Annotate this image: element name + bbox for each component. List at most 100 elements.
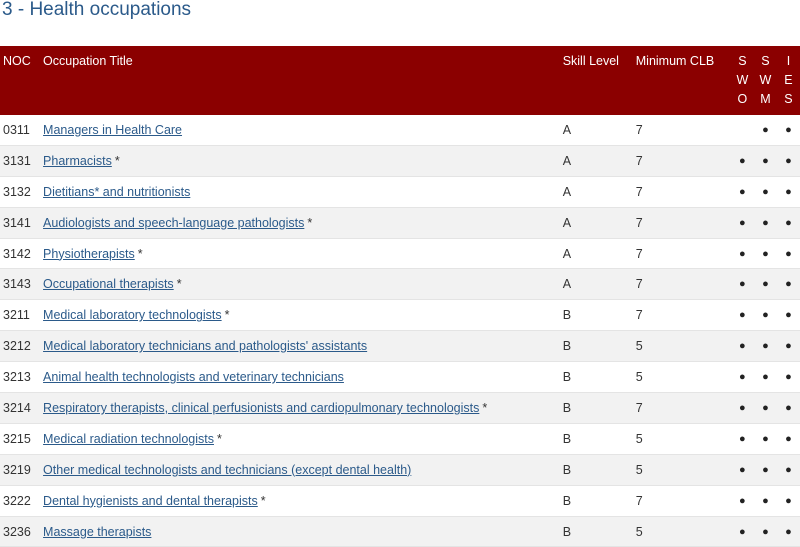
swm-indicator: ●	[753, 207, 777, 239]
ies-indicator: ●	[776, 485, 800, 517]
noc-code: 3215	[0, 423, 41, 455]
noc-code: 3141	[0, 207, 41, 239]
minimum-clb: 7	[632, 268, 731, 301]
swm-indicator: ●	[753, 238, 777, 270]
swo-indicator: ●	[730, 454, 754, 486]
skill-level: A	[559, 176, 633, 208]
swo-indicator: ●	[730, 361, 754, 394]
noc-code: 3132	[0, 176, 41, 208]
header-swm-2: W	[759, 73, 772, 87]
asterisk-note: *	[482, 400, 488, 415]
page-title: 3 - Health occupations	[2, 0, 192, 20]
table-row: 3211 Medical laboratory technologists * B 7 ●…	[0, 299, 800, 332]
skill-level: B	[559, 423, 633, 455]
swm-indicator: ●	[753, 423, 777, 455]
ies-indicator: ●	[776, 330, 800, 363]
swo-indicator: ●	[730, 238, 754, 270]
header-swo: S W O	[730, 46, 754, 115]
swm-indicator: ●	[753, 485, 777, 517]
asterisk-note: *	[307, 215, 313, 230]
occupation-link[interactable]: Massage therapists	[43, 525, 151, 539]
table-row: 0311 Managers in Health Care A 7 ● ●	[0, 115, 800, 146]
skill-level: B	[559, 299, 633, 332]
ies-indicator: ●	[776, 423, 800, 455]
skill-level: A	[559, 238, 633, 270]
table-row: 3143 Occupational therapists * A 7 ● ● ●	[0, 268, 800, 301]
header-ies: I E S	[776, 46, 800, 115]
occupation-link[interactable]: Dental hygienists and dental therapists	[43, 494, 258, 508]
occupation-title-cell: Occupational therapists *	[40, 268, 560, 301]
occupation-link[interactable]: Managers in Health Care	[43, 123, 182, 137]
occupation-title-cell: Dietitians* and nutritionists	[40, 176, 560, 208]
header-swo-2: W	[736, 73, 749, 87]
noc-code: 3211	[0, 299, 41, 332]
swm-indicator: ●	[753, 454, 777, 486]
swo-indicator: ●	[730, 516, 754, 547]
skill-level: B	[559, 454, 633, 486]
swm-indicator: ●	[753, 361, 777, 394]
header-swm: S W M	[753, 46, 777, 115]
minimum-clb: 7	[632, 238, 731, 270]
skill-level: A	[559, 115, 633, 146]
table-row: 3213 Animal health technologists and vete…	[0, 361, 800, 394]
swo-indicator: ●	[730, 423, 754, 455]
table-row: 3212 Medical laboratory technicians and p…	[0, 330, 800, 363]
occupation-title-cell: Respiratory therapists, clinical perfusi…	[40, 392, 560, 424]
noc-code: 3214	[0, 392, 41, 424]
occupation-link[interactable]: Other medical technologists and technici…	[43, 463, 411, 477]
header-swm-3: M	[760, 92, 771, 106]
noc-code: 0311	[0, 115, 41, 146]
header-swo-1: S	[738, 54, 747, 68]
minimum-clb: 7	[632, 485, 731, 517]
noc-code: 3236	[0, 516, 41, 547]
minimum-clb: 5	[632, 454, 731, 486]
ies-indicator: ●	[776, 145, 800, 177]
occupation-title-cell: Massage therapists	[40, 516, 560, 547]
ies-indicator: ●	[776, 361, 800, 394]
occupation-link[interactable]: Pharmacists	[43, 154, 112, 168]
occupation-link[interactable]: Physiotherapists	[43, 247, 135, 261]
occupation-title-cell: Animal health technologists and veterina…	[40, 361, 560, 394]
table-row: 3214 Respiratory therapists, clinical per…	[0, 392, 800, 424]
asterisk-note: *	[114, 153, 120, 168]
table-row: 3132 Dietitians* and nutritionists A 7 ● ● ●	[0, 176, 800, 208]
swm-indicator: ●	[753, 145, 777, 177]
occupation-link[interactable]: Medical radiation technologists	[43, 432, 214, 446]
minimum-clb: 5	[632, 361, 731, 394]
occupation-link[interactable]: Medical laboratory technologists	[43, 308, 222, 322]
occupation-link[interactable]: Audiologists and speech-language patholo…	[43, 216, 304, 230]
table-row: 3142 Physiotherapists * A 7 ● ● ●	[0, 238, 800, 270]
table-header-row: NOC Occupation Title Skill Level Minimum…	[0, 46, 800, 115]
swo-indicator	[730, 115, 754, 146]
ies-indicator: ●	[776, 454, 800, 486]
header-minimum-clb: Minimum CLB	[632, 46, 731, 115]
ies-indicator: ●	[776, 238, 800, 270]
occupation-link[interactable]: Occupational therapists	[43, 277, 174, 291]
occupation-title-cell: Pharmacists *	[40, 145, 560, 177]
minimum-clb: 5	[632, 423, 731, 455]
header-noc: NOC	[0, 46, 41, 115]
swo-indicator: ●	[730, 392, 754, 424]
asterisk-note: *	[260, 493, 266, 508]
occupation-title-cell: Dental hygienists and dental therapists *	[40, 485, 560, 517]
table-row: 3219 Other medical technologists and tech…	[0, 454, 800, 486]
ies-indicator: ●	[776, 115, 800, 146]
asterisk-note: *	[176, 277, 182, 292]
asterisk-note: *	[137, 246, 143, 261]
occupation-title-cell: Managers in Health Care	[40, 115, 560, 146]
header-occupation-title: Occupation Title	[40, 46, 560, 115]
header-ies-2: E	[784, 73, 793, 87]
swm-indicator: ●	[753, 330, 777, 363]
swo-indicator: ●	[730, 330, 754, 363]
occupation-link[interactable]: Dietitians* and nutritionists	[43, 185, 190, 199]
minimum-clb: 7	[632, 207, 731, 239]
occupation-link[interactable]: Medical laboratory technicians and patho…	[43, 339, 367, 353]
swo-indicator: ●	[730, 485, 754, 517]
swo-indicator: ●	[730, 176, 754, 208]
minimum-clb: 5	[632, 516, 731, 547]
asterisk-note: *	[216, 431, 222, 446]
occupation-title-cell: Audiologists and speech-language patholo…	[40, 207, 560, 239]
occupation-link[interactable]: Respiratory therapists, clinical perfusi…	[43, 401, 479, 415]
header-swm-1: S	[761, 54, 770, 68]
occupation-link[interactable]: Animal health technologists and veterina…	[43, 370, 344, 384]
